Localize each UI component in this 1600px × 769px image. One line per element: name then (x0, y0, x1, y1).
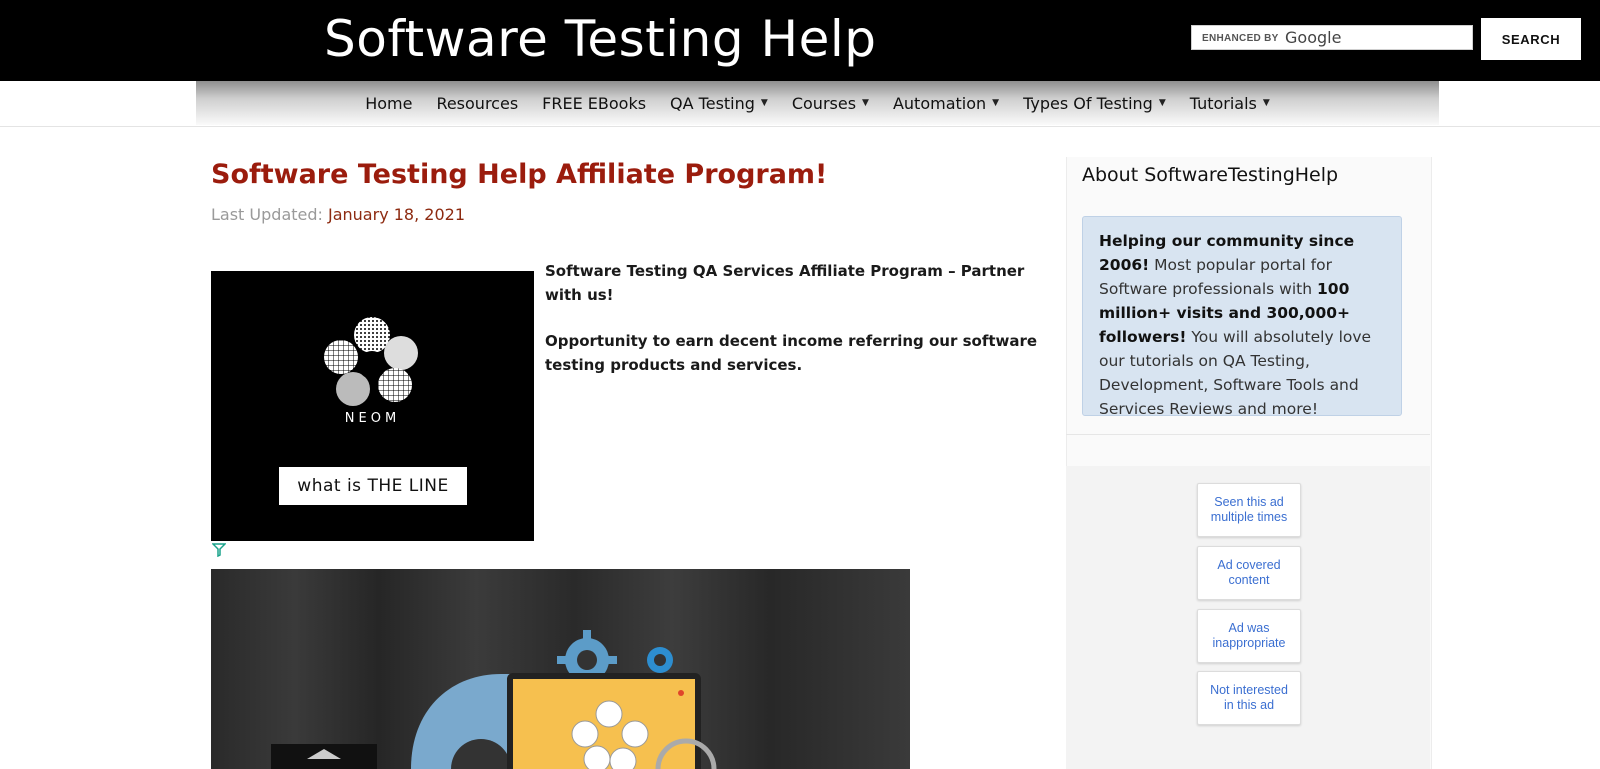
about-box: Helping our community since 2006! Most p… (1082, 216, 1402, 418)
nav-item-home[interactable]: Home (365, 94, 412, 113)
nav-item-automation[interactable]: Automation ▼ (893, 94, 999, 113)
intro-paragraph: Opportunity to earn decent income referr… (545, 332, 1038, 374)
nav-item-label: FREE EBooks (542, 93, 647, 113)
search-input[interactable]: ENHANCED BY Google (1191, 25, 1473, 50)
site-title[interactable]: Software Testing Help (324, 6, 876, 72)
main-nav: Home Resources FREE EBooks QA Testing ▼ C… (196, 81, 1439, 125)
nav-item-courses[interactable]: Courses ▼ (792, 94, 869, 113)
google-logo: Google (1285, 28, 1342, 47)
intro-paragraph: Software Testing QA Services Affiliate P… (545, 262, 1025, 304)
ad-cta-button[interactable]: what is THE LINE (279, 467, 467, 505)
nav-item-free-ebooks[interactable]: FREE EBooks (542, 94, 646, 113)
ad-brand: NEOM (344, 411, 401, 426)
nav-item-label: Tutorials (1189, 93, 1257, 113)
ad-feedback-inappropriate-button[interactable]: Ad was inappropriate (1197, 609, 1301, 663)
sidebar-divider (1066, 434, 1430, 435)
nav-item-label: Courses (791, 93, 857, 113)
caret-down-icon: ▼ (992, 98, 1000, 108)
search-button[interactable]: SEARCH (1481, 18, 1581, 60)
last-updated: Last Updated: January 18, 2021 (211, 205, 465, 224)
nav-item-resources[interactable]: Resources (436, 94, 518, 113)
nav-item-label: Types Of Testing (1023, 93, 1153, 113)
sidebar-title: About SoftwareTestingHelp (1082, 164, 1339, 186)
caret-down-icon: ▼ (1158, 98, 1166, 108)
page-title: Software Testing Help Affiliate Program! (211, 159, 828, 190)
site-header: Software Testing Help ENHANCED BY Google… (0, 0, 1600, 81)
nav-item-label: Automation (892, 93, 987, 113)
post-intro: Software Testing QA Services Affiliate P… (545, 259, 1045, 399)
last-updated-label: Last Updated: (211, 205, 323, 224)
neom-ad[interactable]: NEOM what is THE LINE (211, 271, 534, 541)
hero-illustration (271, 630, 717, 769)
nav-item-label: Home (365, 93, 413, 113)
search-enhanced-label: ENHANCED BY (1202, 33, 1279, 44)
neom-logo-icon (324, 317, 418, 406)
ad-feedback-seen-button[interactable]: Seen this ad multiple times (1197, 483, 1301, 537)
adchoices-icon[interactable] (212, 543, 226, 557)
nav-item-label: QA Testing (670, 93, 755, 113)
caret-down-icon: ▼ (1262, 98, 1270, 108)
last-updated-date: January 18, 2021 (328, 205, 465, 224)
nav-item-tutorials[interactable]: Tutorials ▼ (1190, 94, 1270, 113)
hero-image (211, 569, 910, 769)
nav-item-label: Resources (436, 93, 519, 113)
nav-item-qa-testing[interactable]: QA Testing ▼ (670, 94, 768, 113)
caret-down-icon: ▼ (760, 98, 768, 108)
ad-feedback-not-interested-button[interactable]: Not interested in this ad (1197, 671, 1301, 725)
caret-down-icon: ▼ (862, 98, 869, 108)
ad-feedback-covered-button[interactable]: Ad covered content (1197, 546, 1301, 600)
nav-item-types-of-testing[interactable]: Types Of Testing ▼ (1023, 94, 1166, 113)
